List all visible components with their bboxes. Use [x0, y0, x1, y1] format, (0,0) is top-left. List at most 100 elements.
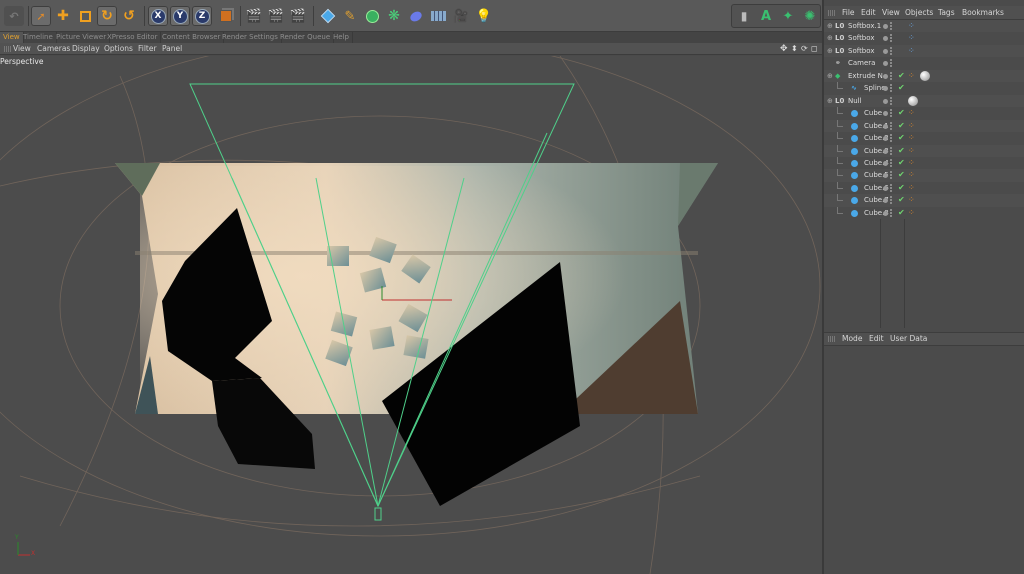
visibility-dot-icon[interactable] [883, 123, 888, 129]
enabled-check-icon[interactable]: ✔ [898, 207, 905, 220]
expand-toggle-icon[interactable]: ⊕ [827, 20, 833, 33]
object-row[interactable]: Cube.5 ✔ ⁘ [824, 169, 1024, 182]
object-name[interactable]: Cube [864, 107, 882, 120]
render-visibility-icon[interactable] [890, 134, 893, 143]
om-menu-file[interactable]: File [842, 6, 855, 20]
visibility-dot-icon[interactable] [883, 148, 888, 154]
enabled-check-icon[interactable]: ✔ [898, 70, 905, 83]
select-tool-icon[interactable]: ➚ [31, 6, 51, 26]
deformer-icon[interactable] [406, 6, 426, 26]
render-visibility-icon[interactable] [890, 146, 893, 155]
object-row[interactable]: ⊕ L0 Softbox ⁘ [824, 44, 1024, 58]
undo-icon[interactable]: ↶ [4, 6, 24, 26]
drag-grip-icon[interactable] [828, 10, 836, 16]
expand-toggle-icon[interactable]: ⊕ [827, 32, 833, 45]
phong-tag-icon[interactable]: ⁘ [908, 157, 915, 170]
object-name[interactable]: Softbox.1 [848, 20, 881, 33]
zoom-view-icon[interactable]: ⬍ [791, 43, 798, 55]
sculpt-icon[interactable]: ✺ [800, 6, 820, 26]
object-name[interactable]: Camera [848, 57, 875, 70]
object-row[interactable]: ⊕ L0 Softbox.1 ⁘ [824, 20, 1024, 33]
render-visibility-icon[interactable] [890, 34, 893, 43]
visibility-dot-icon[interactable] [883, 61, 888, 67]
visibility-dot-icon[interactable] [883, 185, 888, 191]
visibility-dot-icon[interactable] [883, 86, 888, 92]
render-visibility-icon[interactable] [890, 208, 893, 217]
edit-render-settings-icon[interactable]: 🎬 [288, 6, 308, 26]
tab-content-browser[interactable]: Content Browser [159, 32, 225, 43]
material-tag-icon[interactable] [920, 70, 930, 81]
attr-menu-edit[interactable]: Edit [869, 333, 884, 345]
object-row[interactable]: ⊕ ◆ Extrude N ✔ ⁘ [824, 69, 1024, 83]
drag-grip-icon[interactable] [828, 336, 836, 342]
render-visibility-icon[interactable] [890, 109, 893, 118]
menu-options[interactable]: Options [104, 43, 133, 55]
om-menu-objects[interactable]: Objects [905, 6, 933, 20]
visibility-dot-icon[interactable] [883, 210, 888, 216]
phong-tag-icon[interactable]: ⁘ [908, 145, 915, 158]
layout-icon[interactable]: ▮ [734, 6, 754, 26]
phong-tag-icon[interactable]: ⁘ [908, 194, 915, 207]
light-icon[interactable]: 💡 [474, 6, 494, 26]
object-row[interactable]: Cube.4 ✔ ⁘ [824, 156, 1024, 170]
cloner-icon[interactable]: ❋ [384, 6, 404, 26]
maximize-view-icon[interactable]: ◻ [811, 43, 818, 55]
render-visibility-icon[interactable] [890, 96, 893, 105]
drag-grip-icon[interactable] [4, 46, 12, 52]
visibility-dot-icon[interactable] [883, 73, 888, 79]
camera-icon[interactable]: 🎥 [451, 6, 471, 26]
visibility-dot-icon[interactable] [883, 48, 888, 54]
phong-tag-icon[interactable]: ⁘ [908, 70, 915, 83]
tag-icon[interactable]: ⁘ [908, 32, 915, 45]
floor-icon[interactable] [428, 6, 448, 26]
rotate-view-icon[interactable]: ⟳ [801, 43, 808, 55]
phong-tag-icon[interactable]: ⁘ [908, 169, 915, 182]
expand-toggle-icon[interactable]: ⊕ [827, 95, 833, 108]
object-row[interactable]: ⊕ L0 Softbox ⁘ [824, 32, 1024, 45]
tab-timeline[interactable]: Timeline [20, 32, 57, 43]
visibility-dot-icon[interactable] [883, 98, 888, 104]
render-visibility-icon[interactable] [890, 158, 893, 167]
render-visibility-icon[interactable] [890, 84, 893, 93]
visibility-dot-icon[interactable] [883, 111, 888, 117]
coordinate-system-icon[interactable] [216, 6, 236, 26]
rotate-tool-icon[interactable]: ↻ [97, 6, 117, 26]
recent-tool-icon[interactable]: ↺ [119, 6, 139, 26]
phong-tag-icon[interactable]: ⁘ [908, 120, 915, 133]
tag-icon[interactable]: ⁘ [908, 45, 915, 58]
om-menu-bookmarks[interactable]: Bookmarks [962, 6, 1004, 20]
x-axis-lock-button[interactable]: X [148, 6, 168, 26]
object-row[interactable]: Cube.3 ✔ ⁘ [824, 144, 1024, 158]
menu-panel[interactable]: Panel [162, 43, 182, 55]
material-tag-icon[interactable] [908, 95, 918, 106]
phong-tag-icon[interactable]: ⁘ [908, 182, 915, 195]
perspective-viewport[interactable]: Perspective X Y [0, 56, 822, 574]
object-row[interactable]: ⚭ Camera [824, 57, 1024, 70]
render-visibility-icon[interactable] [890, 121, 893, 130]
object-row[interactable]: Cube.1 ✔ ⁘ [824, 119, 1024, 133]
render-visibility-icon[interactable] [890, 196, 893, 205]
enabled-check-icon[interactable]: ✔ [898, 169, 905, 182]
tab-help[interactable]: Help [330, 32, 353, 43]
attr-menu-mode[interactable]: Mode [842, 333, 862, 345]
tab-render-settings[interactable]: Render Settings [219, 32, 282, 43]
render-visibility-icon[interactable] [890, 59, 893, 68]
object-row[interactable]: Cube.8 ✔ ⁘ [824, 206, 1024, 220]
enabled-check-icon[interactable]: ✔ [898, 157, 905, 170]
attr-menu-user-data[interactable]: User Data [890, 333, 927, 345]
object-name[interactable]: Softbox [848, 45, 874, 58]
om-menu-view[interactable]: View [882, 6, 900, 20]
object-name[interactable]: Null [848, 95, 862, 108]
om-menu-edit[interactable]: Edit [861, 6, 876, 20]
object-row[interactable]: ∿ Spline ✔ [824, 82, 1024, 95]
expand-toggle-icon[interactable]: ⊕ [827, 45, 833, 58]
render-visibility-icon[interactable] [890, 46, 893, 55]
object-row[interactable]: Cube.7 ✔ ⁘ [824, 194, 1024, 207]
visibility-dot-icon[interactable] [883, 24, 888, 29]
render-visibility-icon[interactable] [890, 183, 893, 192]
enabled-check-icon[interactable]: ✔ [898, 132, 905, 145]
tag-icon[interactable]: ⁘ [908, 20, 915, 33]
enabled-check-icon[interactable]: ✔ [898, 145, 905, 158]
object-row[interactable]: Cube ✔ ⁘ [824, 107, 1024, 120]
menu-filter[interactable]: Filter [138, 43, 157, 55]
